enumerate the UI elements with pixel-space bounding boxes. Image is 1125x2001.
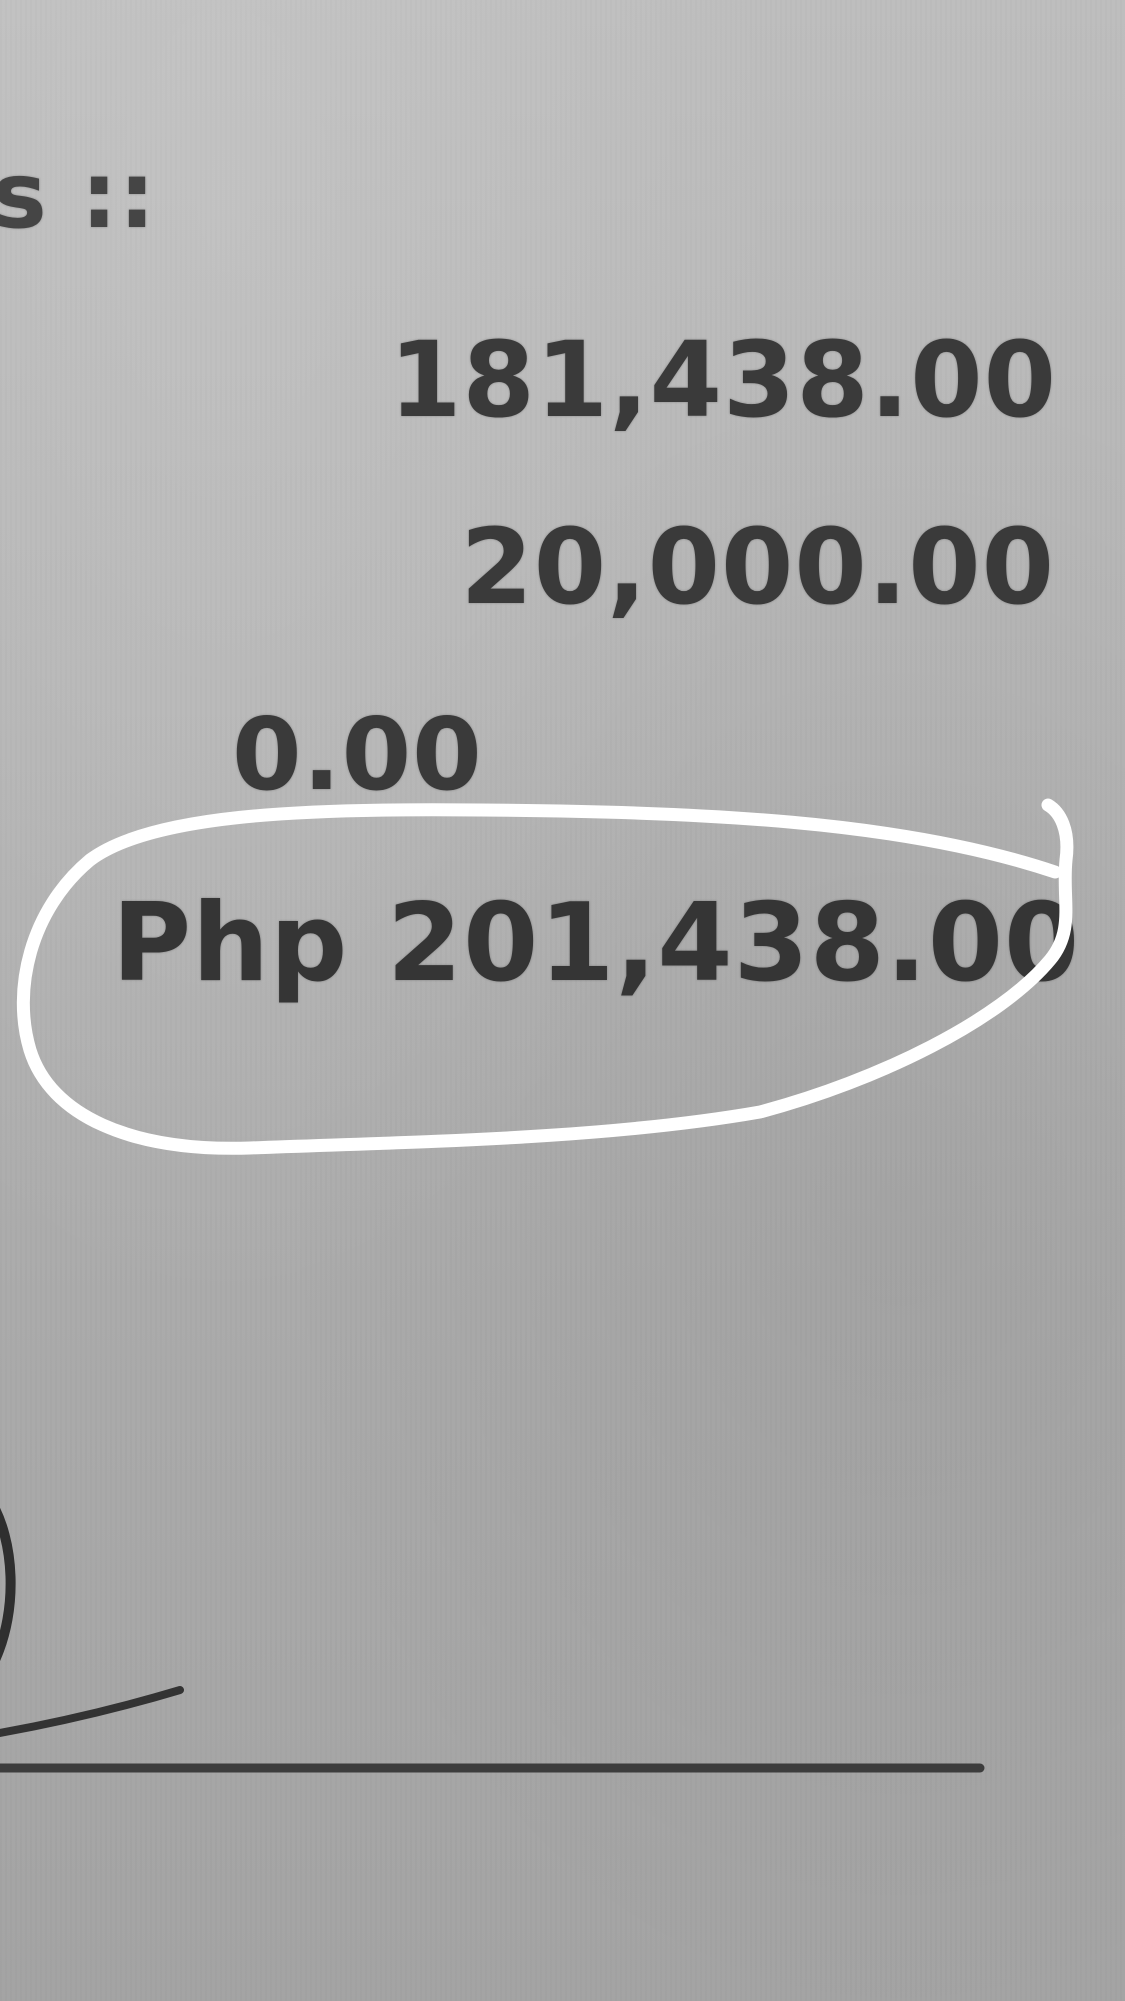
amount-line-3: 0.00	[232, 696, 483, 813]
section-heading-fragment: s ::	[0, 142, 157, 249]
signature-stroke-arc	[0, 1507, 16, 1662]
amount-line-2: 20,000.00	[460, 506, 1055, 628]
amount-line-1: 181,438.00	[389, 319, 1057, 441]
total-amount: Php 201,438.00	[112, 881, 1081, 1006]
signature-stroke	[0, 1686, 184, 1737]
